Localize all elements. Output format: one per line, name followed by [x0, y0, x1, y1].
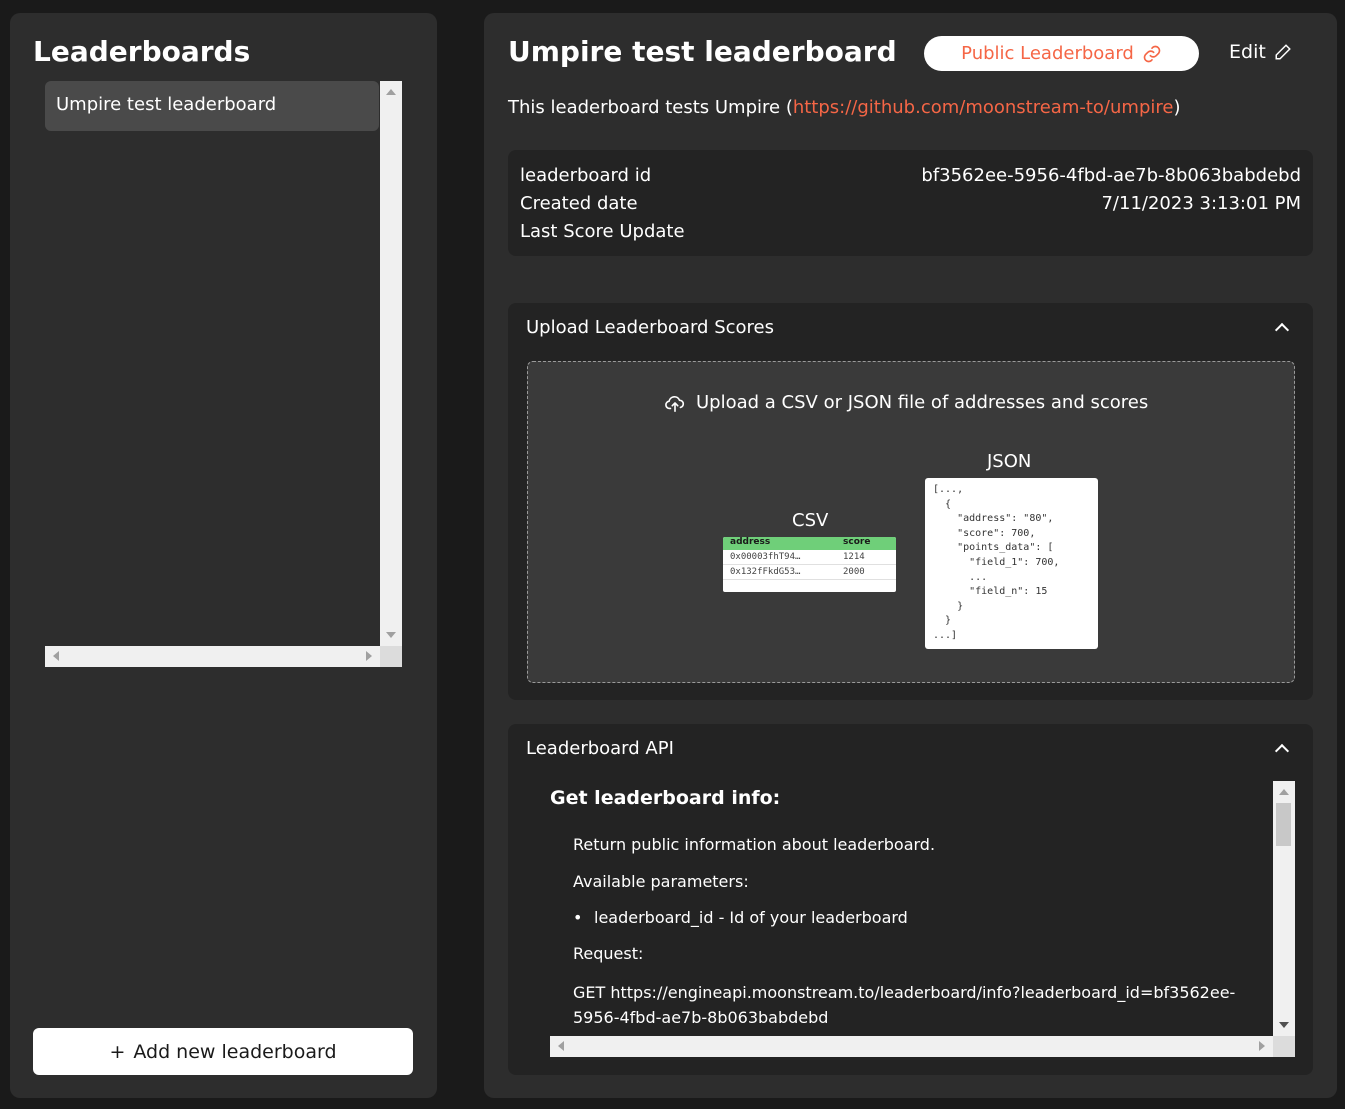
api-section-title: Get leaderboard info: — [550, 787, 781, 809]
csv-header-row: address score — [723, 537, 896, 550]
scrollbar-thumb[interactable] — [1276, 803, 1291, 846]
scroll-up-arrow-icon[interactable] — [386, 89, 396, 95]
chevron-up-icon[interactable] — [1274, 322, 1290, 338]
api-horizontal-scrollbar[interactable] — [550, 1036, 1273, 1057]
api-request-label: Request: — [573, 944, 644, 963]
public-leaderboard-button[interactable]: Public Leaderboard — [924, 36, 1199, 71]
leaderboard-api-accordion: Leaderboard API Get leaderboard info: Re… — [508, 724, 1313, 1075]
scroll-right-arrow-icon[interactable] — [1259, 1041, 1265, 1051]
scroll-left-arrow-icon[interactable] — [53, 651, 59, 661]
link-icon — [1143, 45, 1161, 62]
upload-scores-accordion: Upload Leaderboard Scores Upload a CSV o… — [508, 303, 1313, 700]
leaderboard-list-item[interactable]: Umpire test leaderboard — [45, 81, 379, 131]
leaderboard-info-card: leaderboard id bf3562ee-5956-4fbd-ae7b-8… — [508, 150, 1313, 256]
api-request-url: GET https://engineapi.moonstream.to/lead… — [573, 983, 1236, 1027]
csv-example-label: CSV — [792, 510, 829, 531]
page-title: Umpire test leaderboard — [508, 35, 897, 68]
scroll-corner — [1273, 1036, 1295, 1057]
chevron-up-icon[interactable] — [1274, 743, 1290, 759]
scroll-down-arrow-icon[interactable] — [1279, 1022, 1289, 1028]
csv-header-score: score — [843, 537, 871, 547]
csv-cell: 1214 — [843, 552, 865, 562]
description-text: This leaderboard tests Umpire ( — [508, 97, 793, 118]
cloud-upload-icon — [665, 395, 685, 412]
scroll-left-arrow-icon[interactable] — [558, 1041, 564, 1051]
csv-cell: 0x00003fhT94… — [730, 552, 801, 562]
info-row-last-update: Last Score Update — [520, 218, 1301, 246]
api-vertical-scrollbar[interactable] — [1273, 781, 1295, 1036]
list-vertical-scrollbar[interactable] — [380, 81, 402, 646]
info-row-id: leaderboard id bf3562ee-5956-4fbd-ae7b-8… — [520, 162, 1301, 190]
leaderboard-api-header[interactable]: Leaderboard API — [508, 724, 1313, 772]
json-example-preview: [..., { "address": "80", "score": 700, "… — [925, 478, 1098, 649]
upload-scores-title: Upload Leaderboard Scores — [526, 316, 775, 338]
pencil-icon — [1275, 44, 1291, 60]
file-dropzone[interactable]: Upload a CSV or JSON file of addresses a… — [527, 361, 1295, 683]
public-leaderboard-label: Public Leaderboard — [961, 43, 1134, 64]
dropzone-prompt: Upload a CSV or JSON file of addresses a… — [664, 392, 1148, 413]
api-param-item: leaderboard_id - Id of your leaderboard — [573, 908, 908, 927]
add-new-leaderboard-button[interactable]: + Add new leaderboard — [33, 1028, 413, 1075]
csv-row: 0x00003fhT94… 1214 — [723, 550, 896, 565]
csv-example-preview: address score 0x00003fhT94… 1214 0x132fF… — [723, 537, 896, 592]
csv-cell: 0x132fFkdG53… — [730, 567, 801, 577]
json-example-label: JSON — [987, 451, 1032, 472]
leaderboards-sidebar: Leaderboards Umpire test leaderboard + A… — [10, 13, 437, 1098]
leaderboard-list: Umpire test leaderboard — [45, 81, 402, 667]
csv-header-address: address — [730, 537, 771, 547]
info-row-created: Created date 7/11/2023 3:13:01 PM — [520, 190, 1301, 218]
csv-row: 0x132fFkdG53… 2000 — [723, 565, 896, 580]
info-label: leaderboard id — [520, 165, 652, 186]
scroll-right-arrow-icon[interactable] — [366, 651, 372, 661]
scroll-corner — [380, 646, 402, 667]
edit-label: Edit — [1229, 41, 1266, 63]
api-docs-scroll-area[interactable]: Get leaderboard info: Return public info… — [550, 781, 1295, 1057]
leaderboard-api-title: Leaderboard API — [526, 737, 674, 759]
umpire-repo-link[interactable]: https://github.com/moonstream-to/umpire — [793, 97, 1174, 118]
leaderboard-description: This leaderboard tests Umpire (https://g… — [508, 97, 1180, 118]
api-description: Return public information about leaderbo… — [573, 835, 936, 854]
csv-cell: 2000 — [843, 567, 865, 577]
edit-button[interactable]: Edit — [1229, 41, 1292, 63]
list-horizontal-scrollbar[interactable] — [45, 646, 380, 667]
info-label: Created date — [520, 193, 638, 214]
leaderboard-id-value: bf3562ee-5956-4fbd-ae7b-8b063babdebd — [921, 165, 1301, 186]
plus-icon: + — [109, 1040, 126, 1063]
created-date-value: 7/11/2023 3:13:01 PM — [1101, 193, 1301, 214]
upload-scores-header[interactable]: Upload Leaderboard Scores — [508, 303, 1313, 351]
sidebar-title: Leaderboards — [33, 35, 251, 68]
leaderboard-detail-panel: Umpire test leaderboard Public Leaderboa… — [484, 13, 1337, 1098]
description-suffix: ) — [1173, 97, 1181, 118]
add-button-label: Add new leaderboard — [133, 1040, 337, 1063]
scroll-up-arrow-icon[interactable] — [1279, 789, 1289, 795]
scroll-down-arrow-icon[interactable] — [386, 632, 396, 638]
dropzone-text: Upload a CSV or JSON file of addresses a… — [696, 392, 1149, 413]
info-label: Last Score Update — [520, 221, 685, 242]
api-params-label: Available parameters: — [573, 872, 749, 891]
